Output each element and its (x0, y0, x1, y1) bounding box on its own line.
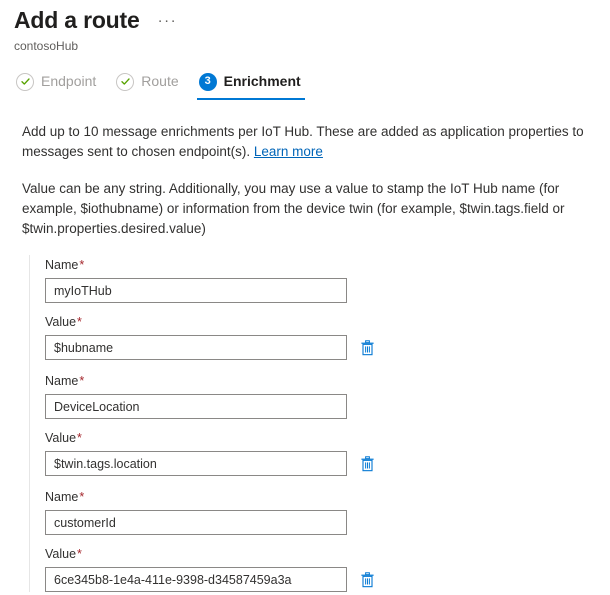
required-marker: * (79, 490, 85, 504)
name-label-text: Name (45, 490, 79, 504)
value-label-text: Value (45, 547, 77, 561)
content-area: Add up to 10 message enrichments per IoT… (0, 122, 610, 592)
tab-endpoint[interactable]: Endpoint (10, 68, 110, 100)
value-label: Value* (45, 314, 596, 331)
value-field-row (45, 335, 596, 360)
name-label-text: Name (45, 374, 79, 388)
enrichment-name-input[interactable] (45, 394, 347, 419)
tab-route-label: Route (141, 73, 179, 89)
value-label-text: Value (45, 431, 77, 445)
page-title: Add a route (14, 7, 140, 33)
name-field-row (45, 510, 596, 535)
step-number-badge: 3 (198, 72, 217, 91)
value-label-text: Value (45, 315, 77, 329)
value-label: Value* (45, 430, 596, 447)
more-options-icon[interactable]: ··· (154, 13, 182, 29)
learn-more-link[interactable]: Learn more (254, 144, 323, 159)
check-icon (16, 72, 34, 91)
enrichment-row: Name* Value* (45, 257, 596, 360)
tab-endpoint-label: Endpoint (41, 73, 97, 89)
check-icon (116, 72, 135, 91)
enrichments-form: Name* Value* (29, 255, 596, 592)
enrichment-row: Name* Value* (45, 373, 596, 476)
page-header: Add a route ··· contosoHub (0, 0, 610, 54)
enrichment-name-input[interactable] (45, 510, 347, 535)
required-marker: * (77, 315, 82, 329)
wizard-tabs: Endpoint Route 3 Enrichment (0, 68, 610, 100)
name-label: Name* (45, 373, 596, 390)
name-field-row (45, 278, 596, 303)
tab-enrichment-label: Enrichment (223, 73, 301, 89)
enrichment-value-input[interactable] (45, 451, 347, 476)
tab-route[interactable]: Route (110, 68, 192, 100)
required-marker: * (77, 431, 82, 445)
value-label: Value* (45, 546, 596, 563)
trash-icon[interactable] (358, 338, 376, 358)
value-field-row (45, 567, 596, 592)
enrichment-value-input[interactable] (45, 567, 347, 592)
required-marker: * (79, 374, 85, 388)
name-field-row (45, 394, 596, 419)
page-subtitle: contosoHub (14, 39, 79, 53)
value-field-row (45, 451, 596, 476)
trash-icon[interactable] (358, 454, 376, 474)
tab-enrichment[interactable]: 3 Enrichment (193, 68, 315, 100)
enrichment-name-input[interactable] (45, 278, 347, 303)
description-paragraph-2: Value can be any string. Additionally, y… (22, 181, 565, 236)
name-label-text: Name (45, 258, 79, 272)
trash-icon[interactable] (358, 570, 376, 590)
name-label: Name* (45, 257, 596, 274)
required-marker: * (77, 547, 82, 561)
description-paragraph-1: Add up to 10 message enrichments per IoT… (22, 122, 584, 162)
enrichment-value-input[interactable] (45, 335, 347, 360)
enrichment-row: Name* Value* (45, 489, 596, 592)
name-label: Name* (45, 489, 596, 506)
title-row: Add a route ··· (14, 6, 610, 34)
required-marker: * (79, 258, 85, 272)
